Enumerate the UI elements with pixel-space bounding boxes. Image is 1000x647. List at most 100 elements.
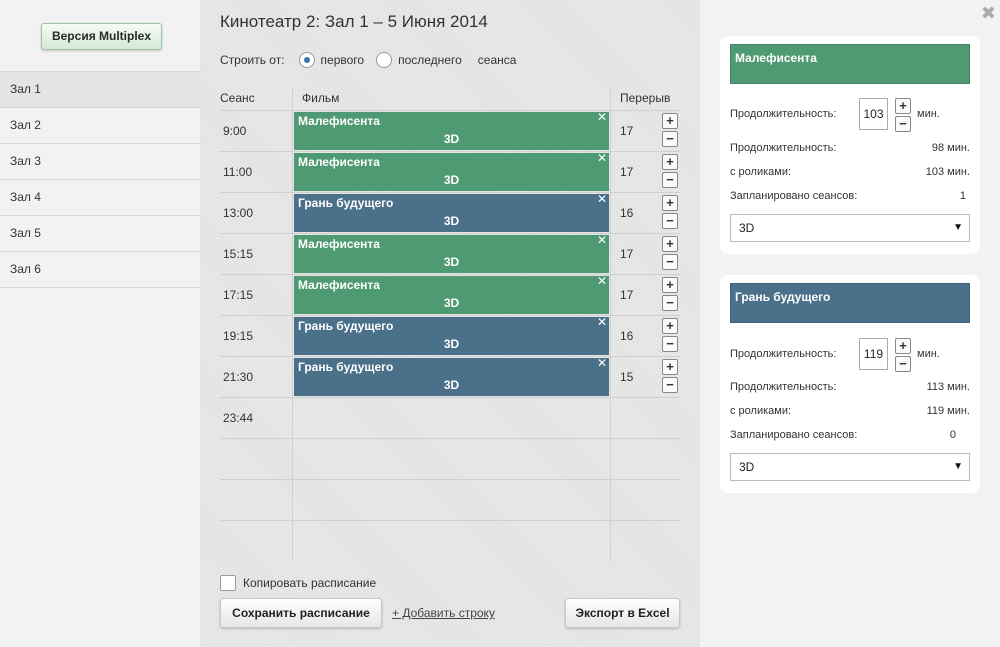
close-icon[interactable]: ✖ [981, 3, 996, 24]
break-minutes: 17 [620, 165, 634, 179]
remove-session-icon[interactable]: ✕ [597, 151, 607, 165]
add-row-link[interactable]: + Добавить строку [392, 606, 495, 620]
remove-session-icon[interactable]: ✕ [597, 233, 607, 247]
chevron-down-icon: ▼ [953, 222, 963, 233]
minus-icon[interactable]: − [662, 336, 678, 352]
break-minutes: 16 [620, 329, 634, 343]
hall-item-1[interactable]: Зал 1 [0, 72, 201, 108]
with-ads-label: с роликами: [730, 166, 792, 178]
break-minutes: 15 [620, 370, 634, 384]
session-time: 13:00 [223, 206, 254, 220]
hall-item-5[interactable]: Зал 5 [0, 216, 201, 252]
radio-last[interactable] [376, 52, 393, 68]
plus-icon[interactable]: + [662, 195, 678, 211]
export-excel-button[interactable]: Экспорт в Excel [565, 598, 680, 628]
table-row: 19:15 Грань будущего 3D ✕ 16 + − [220, 315, 680, 356]
film-card-title: Малефисента [730, 44, 970, 84]
film-card: Грань будущего Продолжительность: 119 + … [720, 275, 980, 493]
plus-icon[interactable]: + [662, 359, 678, 375]
hall-sidebar: Версия Multiplex Зал 1 Зал 2 Зал 3 Зал 4… [0, 0, 201, 647]
film-block[interactable]: Малефисента 3D ✕ [294, 151, 609, 191]
minus-icon[interactable]: − [662, 377, 678, 393]
minus-icon[interactable]: − [662, 131, 678, 147]
film-block[interactable]: Малефисента 3D ✕ [294, 274, 609, 314]
film-name: Малефисента [298, 114, 380, 128]
minus-icon[interactable]: − [895, 356, 911, 372]
plus-icon[interactable]: + [662, 154, 678, 170]
film-block[interactable]: Грань будущего 3D ✕ [294, 356, 609, 396]
with-ads-value: 119 мин. [926, 405, 970, 417]
film-block[interactable]: Малефисента 3D ✕ [294, 233, 609, 273]
remove-session-icon[interactable]: ✕ [597, 192, 607, 206]
radio-first-label: первого [320, 53, 365, 67]
film-name: Грань будущего [298, 196, 394, 210]
film-card: Малефисента Продолжительность: 103 + − м… [720, 36, 980, 254]
col-session-header: Сеанс [220, 91, 255, 105]
length-label: Продолжительность: [730, 142, 837, 154]
format-select-value: 3D [739, 460, 755, 474]
session-time: 19:15 [223, 329, 254, 343]
hall-item-4[interactable]: Зал 4 [0, 180, 201, 216]
copy-schedule-label: Копировать расписание [243, 576, 377, 590]
radio-last-label: последнего [398, 53, 462, 67]
minus-icon[interactable]: − [662, 295, 678, 311]
hall-item-3[interactable]: Зал 3 [0, 144, 201, 180]
session-time: 17:15 [223, 288, 254, 302]
planned-value: 0 [949, 429, 956, 441]
plus-icon[interactable]: + [895, 338, 911, 354]
table-row: 15:15 Малефисента 3D ✕ 17 + − [220, 233, 680, 274]
plus-icon[interactable]: + [895, 98, 911, 114]
remove-session-icon[interactable]: ✕ [597, 110, 607, 124]
film-format: 3D [443, 255, 460, 269]
planned-label: Запланировано сеансов: [730, 190, 858, 202]
minus-icon[interactable]: − [895, 116, 911, 132]
table-row [220, 520, 680, 561]
chevron-down-icon: ▼ [953, 461, 963, 472]
minus-icon[interactable]: − [662, 172, 678, 188]
hall-item-2[interactable]: Зал 2 [0, 108, 201, 144]
film-format: 3D [443, 337, 460, 351]
table-row: 9:00 Малефисента 3D ✕ 17 + − [220, 110, 680, 151]
format-select[interactable]: 3D ▼ [730, 214, 970, 242]
session-time: 9:00 [223, 124, 247, 138]
session-time: 15:15 [223, 247, 254, 261]
table-row: 23:44 [220, 397, 680, 438]
save-schedule-button[interactable]: Сохранить расписание [220, 598, 382, 628]
minus-icon[interactable]: − [662, 254, 678, 270]
film-block[interactable]: Малефисента 3D ✕ [294, 110, 609, 150]
duration-input[interactable]: 103 [859, 98, 888, 130]
planned-label: Запланировано сеансов: [730, 429, 858, 441]
build-from-options: Строить от: первого последнего сеанса [220, 52, 516, 68]
remove-session-icon[interactable]: ✕ [597, 315, 607, 329]
table-row: 11:00 Малефисента 3D ✕ 17 + − [220, 151, 680, 192]
film-name: Малефисента [298, 278, 380, 292]
schedule-grid: Сеанс Фильм Перерыв 9:00 Малефисента 3D ✕ 17… [220, 88, 680, 561]
planned-value: 1 [959, 190, 966, 202]
copy-schedule-checkbox[interactable] [220, 575, 236, 591]
film-format: 3D [443, 132, 460, 146]
film-format: 3D [443, 296, 460, 310]
hall-item-6[interactable]: Зал 6 [0, 252, 201, 288]
film-block[interactable]: Грань будущего 3D ✕ [294, 192, 609, 232]
length-value: 113 мин. [926, 381, 970, 393]
format-select[interactable]: 3D ▼ [730, 453, 970, 481]
film-card-title: Грань будущего [730, 283, 970, 323]
plus-icon[interactable]: + [662, 318, 678, 334]
remove-session-icon[interactable]: ✕ [597, 274, 607, 288]
film-block[interactable]: Грань будущего 3D ✕ [294, 315, 609, 355]
remove-session-icon[interactable]: ✕ [597, 356, 607, 370]
with-ads-label: с роликами: [730, 405, 792, 417]
duration-input[interactable]: 119 [859, 338, 888, 370]
length-value: 98 мин. [931, 142, 970, 154]
duration-unit: мин. [917, 348, 940, 360]
radio-first[interactable] [298, 52, 315, 68]
film-name: Малефисента [298, 237, 380, 251]
plus-icon[interactable]: + [662, 277, 678, 293]
session-time: 21:30 [223, 370, 254, 384]
multiplex-version-button[interactable]: Версия Multiplex [41, 23, 162, 50]
film-name: Грань будущего [298, 319, 394, 333]
minus-icon[interactable]: − [662, 213, 678, 229]
plus-icon[interactable]: + [662, 236, 678, 252]
col-film-header: Фильм [302, 91, 340, 105]
plus-icon[interactable]: + [662, 113, 678, 129]
